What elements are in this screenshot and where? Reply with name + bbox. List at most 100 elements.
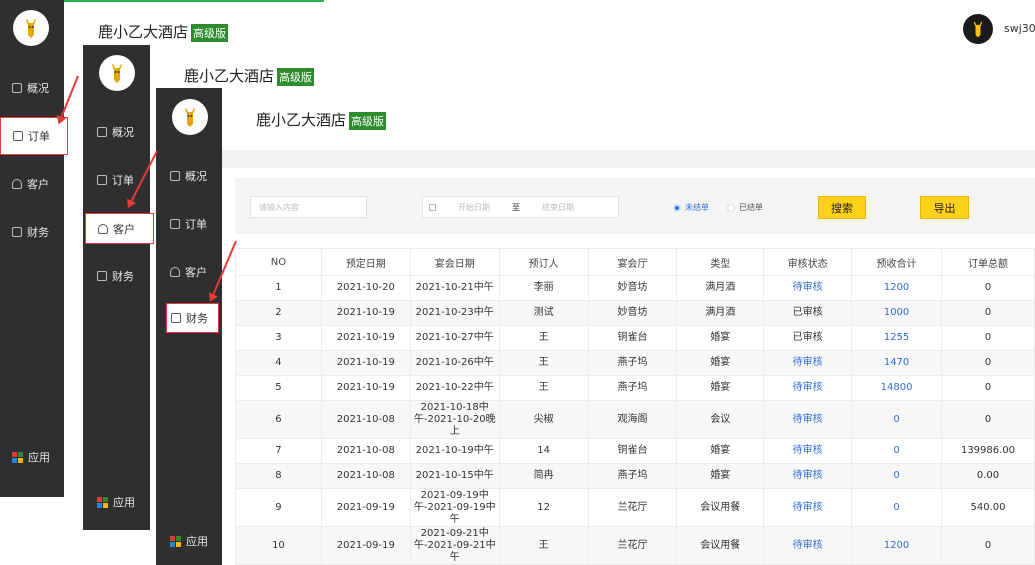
party-date-line: 午-2021-09-19中午 <box>413 501 496 525</box>
sidebar-item-overview[interactable]: 概况 <box>170 168 207 184</box>
cell-prepaid[interactable]: 1200 <box>851 526 942 565</box>
cell-type: 会议 <box>676 400 765 439</box>
table-row[interactable]: 3 2021-10-19 2021-10-27中午王铜雀台 婚宴 已审核 1255 0 <box>235 325 1035 351</box>
cell-no: 2 <box>235 300 322 326</box>
cell-status[interactable]: 已审核 <box>763 325 853 351</box>
sidebar-item-finance[interactable]: 财务 <box>97 268 134 284</box>
cell-status[interactable]: 已审核 <box>763 300 853 326</box>
table-row[interactable]: 8 2021-10-08 2021-10-15中午 简冉 燕子坞 婚宴 待审核 0 0.00 <box>235 463 1035 489</box>
orders-table: NO 预定日期 宴会日期 预订人 宴会厅 类型 审核状态 预收合计 订单总额 1 2021-10-… <box>235 248 1035 565</box>
sidebar-item-customers[interactable]: 客户 <box>12 176 49 192</box>
cell-book: 2021-10-08 <box>320 438 411 464</box>
cell-no: 9 <box>235 488 322 527</box>
cell-party-date: 2021-10-27中午 <box>409 325 500 351</box>
party-date-line: 2021-09-19中 <box>420 489 489 501</box>
cell-person: 王 <box>498 350 589 376</box>
table-row[interactable]: 2 2021-10-19 2021-10-23中午 测试 妙音坊 满月酒 已审核 1000 0 <box>235 300 1035 326</box>
cell-book: 2021-10-08 <box>320 400 411 439</box>
sidebar-item-customers[interactable]: 客户 <box>170 264 207 280</box>
end-date-field[interactable]: 结束日期 <box>542 202 574 213</box>
cell-status[interactable]: 待审核 <box>763 463 853 489</box>
date-separator: 至 <box>512 202 520 212</box>
table-row[interactable]: 5 2021-10-19 2021-10-22中午王燕子坞 婚宴 待审核 14800 0 <box>235 375 1035 401</box>
cell-hall: 燕子坞 <box>587 463 678 489</box>
table-row[interactable]: 10 2021-09-19 2021-09-21中 午-2021-09-21中午王兰花… <box>235 526 1035 565</box>
table-row[interactable]: 1 2021-10-20 2021-10-21中午 李丽 妙音坊 满月酒 待审核 1200 0 <box>235 275 1035 301</box>
sidebar-item-overview[interactable]: 概况 <box>97 124 134 140</box>
cell-no: 10 <box>235 526 322 565</box>
cell-total: 0 <box>941 350 1035 376</box>
cell-status[interactable]: 待审核 <box>763 526 853 565</box>
table-row[interactable]: 9 2021-09-19 2021-09-19中 午-2021-09-19中午 12 兰花… <box>235 488 1035 527</box>
cell-status[interactable]: 待审核 <box>763 400 853 439</box>
content-divider-band <box>222 150 1035 168</box>
start-date-field[interactable]: 开始日期 <box>458 202 490 213</box>
user-icon <box>12 179 22 189</box>
cell-type: 会议用餐 <box>676 488 765 527</box>
search-button[interactable]: 搜索 <box>818 196 866 219</box>
finance-icon <box>171 313 181 323</box>
cell-hall: 燕子坞 <box>587 375 678 401</box>
cell-prepaid[interactable]: 1470 <box>851 350 942 376</box>
sidebar-item-apps[interactable]: 应用 <box>97 494 135 510</box>
column-header: NO <box>235 248 322 276</box>
cell-status[interactable]: 待审核 <box>763 438 853 464</box>
cell-party-date: 2021-10-21中午 <box>409 275 500 301</box>
sidebar-item-orders[interactable]: 订单 <box>170 216 207 232</box>
giraffe-logo-icon <box>99 55 135 91</box>
cell-prepaid[interactable]: 0 <box>851 488 942 527</box>
radio-settled[interactable]: 已结单 <box>727 202 763 213</box>
cell-status[interactable]: 待审核 <box>763 275 853 301</box>
date-range-picker[interactable]: 开始日期 至 结束日期 <box>422 196 619 218</box>
cell-book: 2021-10-19 <box>320 300 411 326</box>
party-date-line: 2021-10-22中午 <box>415 382 494 393</box>
sidebar-item-finance[interactable]: 财务 <box>12 224 49 240</box>
cell-prepaid[interactable]: 1255 <box>851 325 942 351</box>
party-date-line: 2021-09-21中 <box>420 527 489 539</box>
sidebar-item-customers[interactable]: 客户 <box>85 213 154 244</box>
export-button[interactable]: 导出 <box>920 196 969 219</box>
cell-status[interactable]: 待审核 <box>763 350 853 376</box>
cell-no: 3 <box>235 325 322 351</box>
cell-status[interactable]: 待审核 <box>763 488 853 527</box>
user-name[interactable]: swj305 <box>1004 22 1035 35</box>
party-date-line: 午-2021-10-20晚上 <box>413 413 496 437</box>
sidebar-item-overview[interactable]: 概况 <box>12 80 49 96</box>
cell-prepaid[interactable]: 0 <box>851 400 942 439</box>
cell-type: 婚宴 <box>676 375 765 401</box>
table-row[interactable]: 7 2021-10-08 2021-10-19中午 14 铜雀台 婚宴 待审核 0 139986… <box>235 438 1035 464</box>
radio-unsettled[interactable]: 未结单 <box>673 202 709 213</box>
sidebar-item-apps[interactable]: 应用 <box>170 533 208 549</box>
overview-icon <box>12 83 22 93</box>
filter-bar: 请输入内容 开始日期 至 结束日期 未结单 已结单 搜索 导出 <box>235 178 1035 234</box>
cell-prepaid[interactable]: 14800 <box>851 375 942 401</box>
order-icon <box>97 175 107 185</box>
cell-hall: 妙音坊 <box>587 300 678 326</box>
cell-prepaid[interactable]: 1200 <box>851 275 942 301</box>
search-input[interactable]: 请输入内容 <box>250 196 367 218</box>
radio-checked-icon <box>673 203 681 212</box>
column-header: 预定日期 <box>320 248 411 276</box>
cell-book: 2021-10-08 <box>320 463 411 489</box>
cell-prepaid[interactable]: 0 <box>851 463 942 489</box>
user-avatar[interactable] <box>963 14 993 44</box>
party-date-line: 2021-10-15中午 <box>415 470 494 481</box>
cell-status[interactable]: 待审核 <box>763 375 853 401</box>
table-row[interactable]: 4 2021-10-19 2021-10-26中午王燕子坞 婚宴 待审核 1470 0 <box>235 350 1035 376</box>
cell-person: 14 <box>498 438 589 464</box>
cell-party-date: 2021-10-19中午 <box>409 438 500 464</box>
sidebar-item-orders[interactable]: 订单 <box>97 172 134 188</box>
party-date-line: 2021-10-18中 <box>420 401 489 413</box>
radio-unchecked-icon <box>727 203 735 212</box>
party-date-line: 2021-10-23中午 <box>415 307 494 318</box>
sidebar-item-apps[interactable]: 应用 <box>12 449 50 465</box>
cell-person: 李丽 <box>498 275 589 301</box>
cell-party-date: 2021-09-19中 午-2021-09-19中午 <box>409 488 500 527</box>
cell-prepaid[interactable]: 0 <box>851 438 942 464</box>
cell-type: 婚宴 <box>676 438 765 464</box>
table-row[interactable]: 6 2021-10-08 2021-10-18中 午-2021-10-20晚上 尖椒 观海… <box>235 400 1035 439</box>
sidebar-item-finance[interactable]: 财务 <box>166 303 219 333</box>
sidebar-panel-2: 概况 订单 财务 应用 <box>83 45 150 530</box>
table-header-row: NO 预定日期 宴会日期 预订人 宴会厅 类型 审核状态 预收合计 订单总额 <box>235 248 1035 276</box>
cell-prepaid[interactable]: 1000 <box>851 300 942 326</box>
